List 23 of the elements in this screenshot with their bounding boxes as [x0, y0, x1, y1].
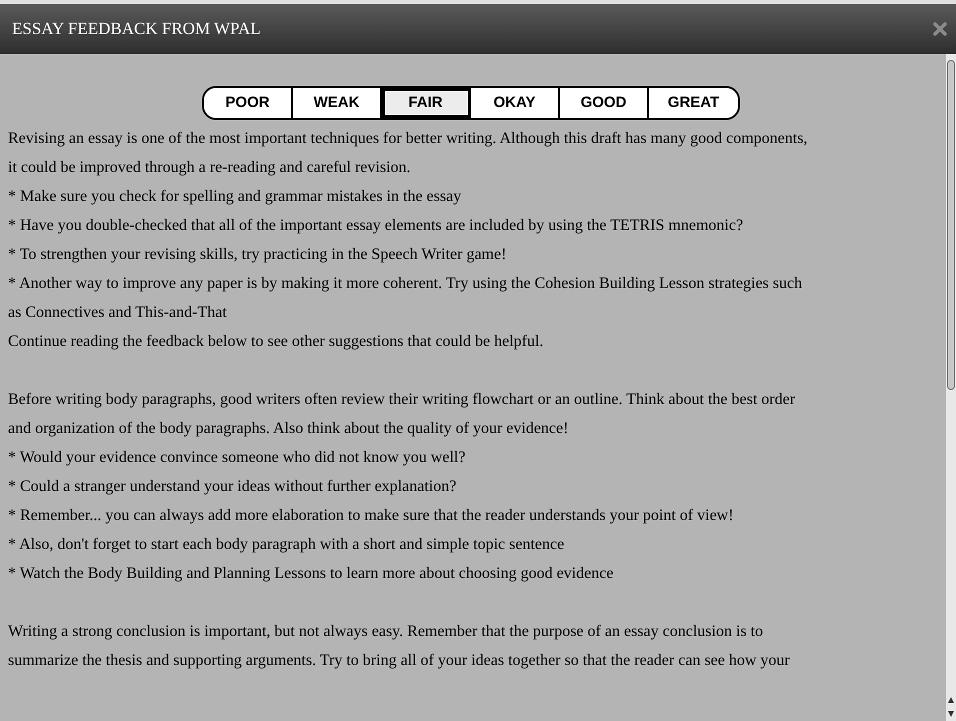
feedback-line: as Connectives and This-and-That [8, 303, 227, 323]
window-title: ESSAY FEEDBACK FROM WPAL [12, 18, 261, 40]
feedback-line: it could be improved through a re-reading and careful revision. [8, 158, 411, 178]
feedback-line: * To strengthen your revising skills, try practicing in the Speech Writer game! [8, 245, 506, 265]
feedback-line: * Have you double-checked that all of the important essay elements are included by using the TETRIS mnemonic? [8, 216, 744, 236]
close-icon[interactable] [932, 21, 948, 37]
feedback-line: Writing a strong conclusion is important, but not always easy. Remember that the purpose of an essay conclusion is to [8, 622, 764, 642]
rating-option[interactable]: FAIR [382, 88, 471, 118]
scroll-thumb[interactable] [947, 60, 955, 390]
feedback-line: Continue reading the feedback below to see other suggestions that could be helpful. [8, 332, 544, 352]
feedback-line: * Watch the Body Building and Planning Lessons to learn more about choosing good evidence [8, 564, 614, 584]
feedback-line: * Would your evidence convince someone who did not know you well? [8, 448, 466, 468]
feedback-line: and organization of the body paragraphs. Also think about the quality of your evidence! [8, 419, 568, 439]
feedback-line: summarize the thesis and supporting arguments. Try to bring all of your ideas together so that the reader can see how your [8, 651, 790, 671]
rating-option[interactable]: POOR [204, 88, 293, 118]
feedback-line: * Also, don't forget to start each body paragraph with a short and simple topic sentence [8, 535, 564, 555]
feedback-line: * Remember... you can always add more elaboration to make sure that the reader understands your point of view! [8, 506, 734, 526]
feedback-line: * Another way to improve any paper is by making it more coherent. Try using the Cohesion Building Lesson strategies such [8, 274, 802, 294]
feedback-line: Revising an essay is one of the most important techniques for better writing. Although this draft has many good components, [8, 129, 808, 149]
feedback-line: * Make sure you check for spelling and grammar mistakes in the essay [8, 187, 462, 207]
feedback-line: * Could a stranger understand your ideas without further explanation? [8, 477, 456, 497]
feedback-line: Before writing body paragraphs, good writers often review their writing flowchart or an outline. Think about the best order [8, 390, 796, 410]
scrollbar[interactable] [946, 54, 956, 721]
